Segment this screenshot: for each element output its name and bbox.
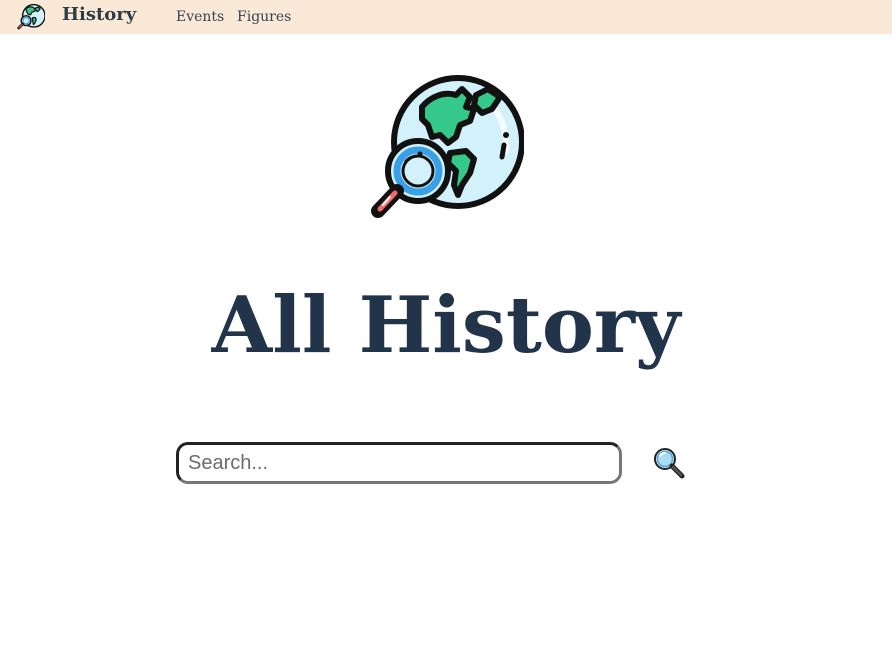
search-button[interactable] [652, 446, 686, 480]
magnifier-icon [654, 448, 685, 479]
nav-link-figures[interactable]: Figures [237, 9, 291, 26]
page-title: All History [211, 280, 681, 371]
search-input[interactable] [176, 442, 622, 484]
globe-magnifier-icon [371, 75, 524, 218]
nav-link-events[interactable]: Events [176, 9, 224, 26]
navbar: History Events Figures [0, 0, 892, 34]
globe-magnifier-icon[interactable] [17, 3, 45, 31]
nav-brand[interactable]: History [62, 4, 136, 26]
